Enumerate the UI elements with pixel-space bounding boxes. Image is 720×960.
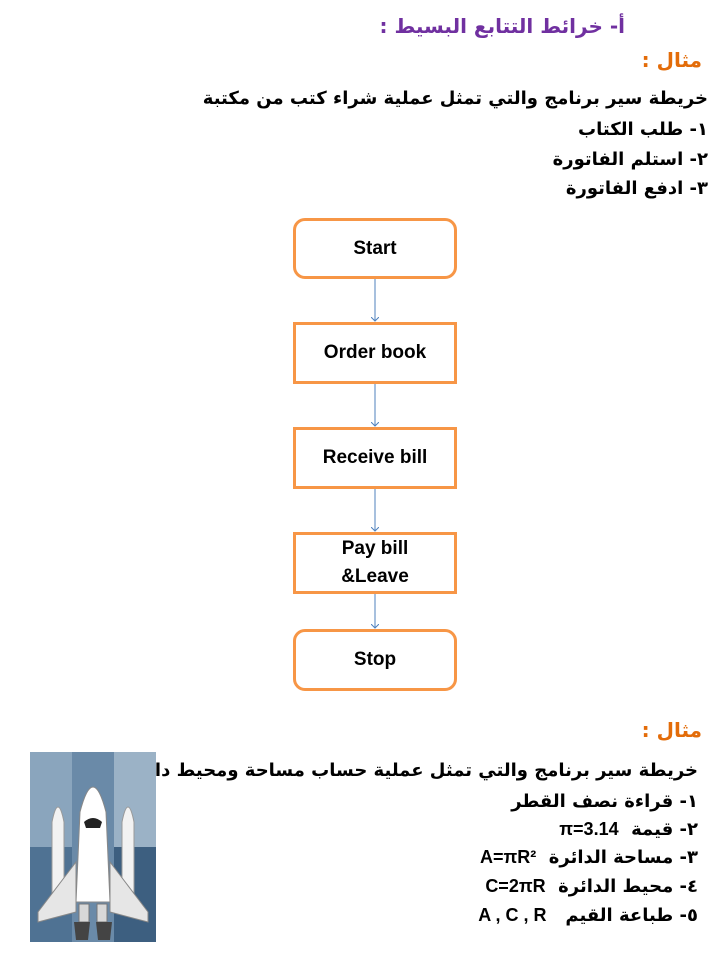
example-2-step-1: ١- قراءة نصف القطر <box>511 791 698 812</box>
formula-print: A , C , R <box>478 905 547 925</box>
formula-pi: π=3.14 <box>559 819 619 839</box>
formula-area: A=πR² <box>479 847 537 867</box>
example-2-step-3: A=πR² ٣- مساحة الدائرة <box>479 847 698 868</box>
example-label-2: مثال : <box>641 718 702 742</box>
space-shuttle-icon <box>30 752 156 942</box>
formula-circumference: C=2πR <box>485 876 546 896</box>
flowchart-pay-bill: Pay bill &Leave <box>293 532 457 594</box>
example-2-step-5: A , C , R ٥- طباعة القيم <box>478 905 698 926</box>
flowchart-receive-bill: Receive bill <box>293 427 457 489</box>
flowchart-start: Start <box>293 218 457 279</box>
example-2-description: خريطة سير برنامج والتي تمثل عملية حساب م… <box>126 760 698 781</box>
flowchart-stop: Stop <box>293 629 457 691</box>
flowchart-order-book: Order book <box>293 322 457 384</box>
example-2-step-4: C=2πR ٤- محيط الدائرة <box>485 876 698 897</box>
example-2-step-2: π=3.14 ٢- قيمة <box>559 819 698 840</box>
